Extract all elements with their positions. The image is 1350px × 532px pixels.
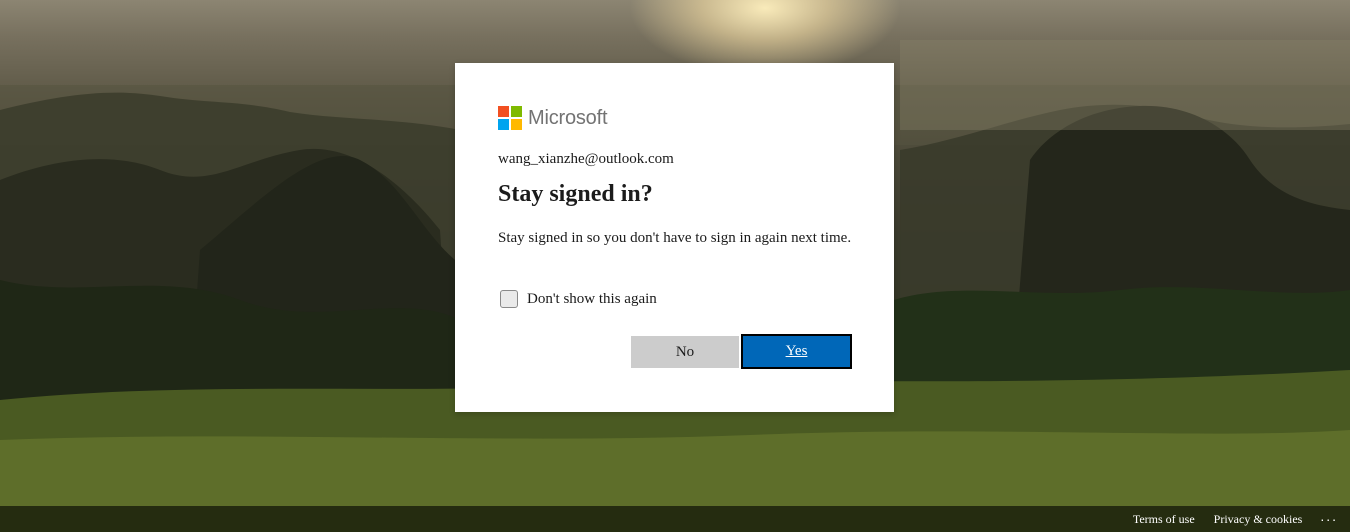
dont-show-again-checkbox[interactable] bbox=[500, 290, 518, 308]
no-button[interactable]: No bbox=[631, 336, 739, 368]
dont-show-again-option[interactable]: Don't show this again bbox=[500, 290, 657, 308]
dont-show-again-label[interactable]: Don't show this again bbox=[527, 291, 657, 308]
more-options-icon[interactable]: ... bbox=[1320, 509, 1338, 523]
brand-name: Microsoft bbox=[528, 106, 608, 129]
microsoft-logo-icon bbox=[498, 106, 522, 130]
yes-button[interactable]: Yes bbox=[741, 334, 852, 369]
account-email: wang_xianzhe@outlook.com bbox=[498, 151, 674, 167]
privacy-cookies-link[interactable]: Privacy & cookies bbox=[1214, 512, 1303, 527]
dialog-description: Stay signed in so you don't have to sign… bbox=[498, 230, 852, 246]
terms-of-use-link[interactable]: Terms of use bbox=[1133, 512, 1195, 527]
logo-square-red bbox=[498, 106, 509, 117]
microsoft-brand: Microsoft bbox=[498, 106, 608, 130]
page-title: Stay signed in? bbox=[498, 181, 653, 207]
logo-square-green bbox=[511, 106, 522, 117]
logo-square-blue bbox=[498, 119, 509, 130]
logo-square-yellow bbox=[511, 119, 522, 130]
footer: Terms of use Privacy & cookies ... bbox=[0, 506, 1350, 532]
stay-signed-in-dialog: Microsoft wang_xianzhe@outlook.com Stay … bbox=[455, 63, 894, 412]
